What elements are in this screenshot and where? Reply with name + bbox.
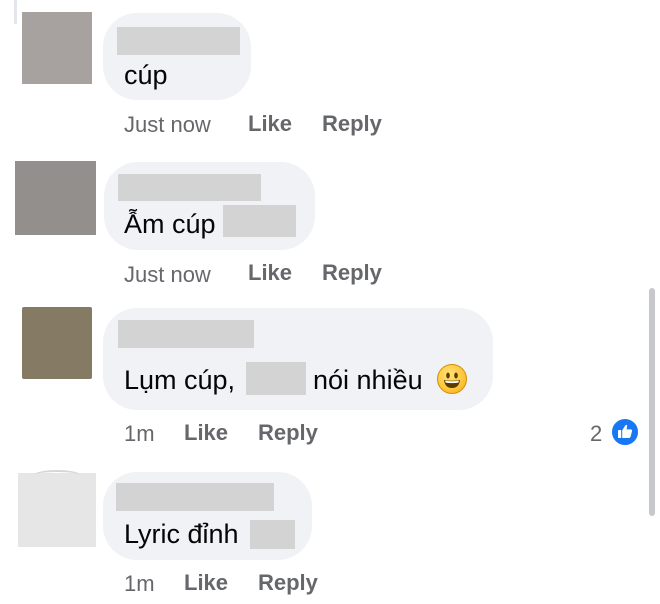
comment-timestamp[interactable]: 1m <box>124 571 155 597</box>
redacted-author-name[interactable] <box>118 320 254 348</box>
comment-text-part-1: Lụm cúp, <box>124 365 236 395</box>
reply-button[interactable]: Reply <box>258 420 318 446</box>
comment-text-part-2: nói nhiều <box>313 365 423 395</box>
reaction-count[interactable]: 2 <box>590 421 602 447</box>
comment-timestamp[interactable]: Just now <box>124 112 211 138</box>
reply-button[interactable]: Reply <box>322 260 382 286</box>
redacted-mention <box>250 520 295 549</box>
avatar[interactable] <box>18 473 96 547</box>
avatar-ring <box>34 470 80 480</box>
redacted-mention <box>223 205 296 237</box>
like-button[interactable]: Like <box>248 111 292 137</box>
comment-timestamp[interactable]: Just now <box>124 262 211 288</box>
comment-text: Ẫm cúp <box>124 209 216 239</box>
avatar[interactable] <box>22 12 92 84</box>
redacted-author-name[interactable] <box>116 483 274 511</box>
avatar[interactable] <box>15 161 96 235</box>
avatar[interactable] <box>22 307 92 379</box>
reply-button[interactable]: Reply <box>322 111 382 137</box>
like-button[interactable]: Like <box>248 260 292 286</box>
comment-timestamp[interactable]: 1m <box>124 421 155 447</box>
like-button[interactable]: Like <box>184 420 228 446</box>
comment-text: cúp <box>124 60 168 90</box>
redacted-mention <box>246 362 306 395</box>
comment-text: Lyric đỉnh <box>124 519 239 549</box>
reply-button[interactable]: Reply <box>258 570 318 596</box>
thread-line <box>14 0 17 24</box>
scrollbar[interactable] <box>649 288 655 516</box>
thumbs-up-icon[interactable] <box>610 417 640 447</box>
like-button[interactable]: Like <box>184 570 228 596</box>
redacted-author-name[interactable] <box>117 27 240 55</box>
grinning-face-emoji-icon <box>437 364 467 394</box>
redacted-author-name[interactable] <box>118 174 261 201</box>
